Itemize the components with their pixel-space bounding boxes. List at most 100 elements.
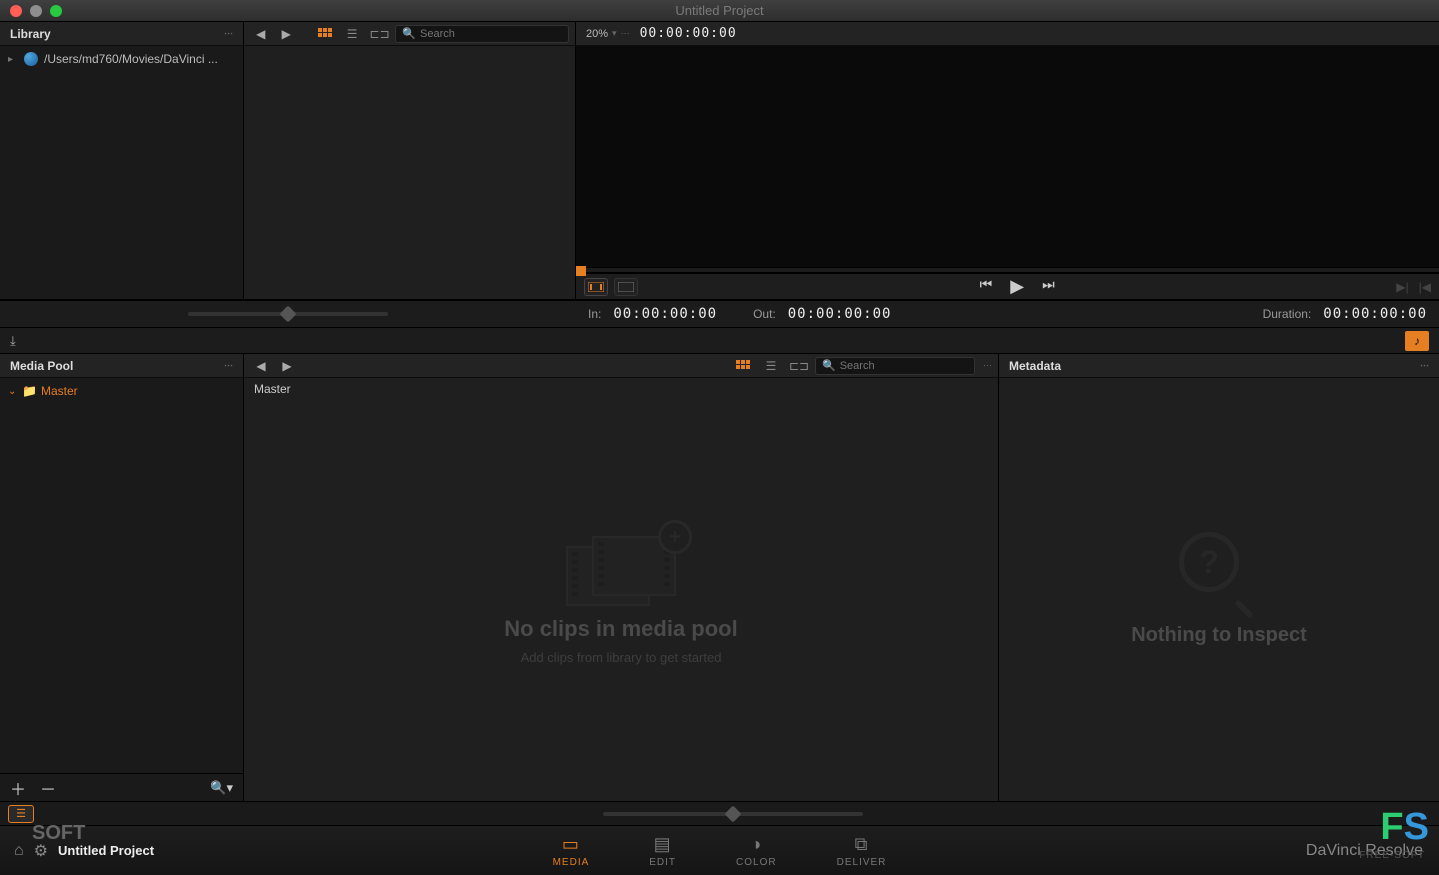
mp-thumbnail-size-slider[interactable] <box>603 812 863 816</box>
volume-icon <box>24 52 38 66</box>
window-minimize-button[interactable] <box>30 5 42 17</box>
metadata-title: Metadata <box>1009 359 1061 373</box>
tab-color[interactable]: ◑ COLOR <box>736 834 777 868</box>
media-pool-title: Media Pool <box>10 359 73 373</box>
media-tab-label: MEDIA <box>553 857 590 868</box>
tab-media[interactable]: ▭ MEDIA <box>553 834 590 868</box>
empty-heading: No clips in media pool <box>504 616 737 642</box>
edit-tab-icon: ▤ <box>654 834 672 855</box>
add-bin-button[interactable]: ＋ <box>10 776 26 800</box>
mp-strip-view-button[interactable]: ⊏⊐ <box>787 357 811 375</box>
mp-nav-forward-button[interactable]: ▶ <box>276 357 298 375</box>
window-close-button[interactable] <box>10 5 22 17</box>
viewer-zoom-menu[interactable]: ▾ <box>612 28 617 39</box>
media-pool-options-menu[interactable]: ⋯ <box>224 360 233 371</box>
library-path-text: /Users/md760/Movies/DaVinci ... <box>44 52 218 66</box>
viewer-timecode: 00:00:00:00 <box>640 26 737 41</box>
next-clip-button[interactable]: ⏭ <box>1042 276 1055 297</box>
in-label: In: <box>588 307 601 321</box>
nav-forward-button[interactable]: ▶ <box>276 25 298 43</box>
metadata-options-menu[interactable]: ⋯ <box>1420 360 1429 371</box>
empty-clips-icon: + <box>566 536 676 608</box>
playhead[interactable] <box>576 266 586 276</box>
mp-search-box[interactable]: 🔍 <box>815 357 975 375</box>
watermark-freesoft: FREE-SOFT <box>1359 850 1425 861</box>
viewer-canvas[interactable] <box>576 46 1439 267</box>
color-tab-icon: ◑ <box>750 834 762 855</box>
clip-browser-panel: ◀ ▶ ☰ ⊏⊐ 🔍 <box>244 22 576 299</box>
media-tab-icon: ▭ <box>562 834 580 855</box>
metadata-empty-state: ? Nothing to Inspect <box>999 378 1439 801</box>
bin-name: Master <box>41 384 78 398</box>
deliver-tab-label: DELIVER <box>837 857 887 868</box>
tab-edit[interactable]: ▤ EDIT <box>649 834 676 868</box>
mp-thumbnail-view-button[interactable] <box>731 357 755 375</box>
remove-bin-button[interactable]: － <box>40 776 56 800</box>
mp-list-view-button[interactable]: ☰ <box>759 357 783 375</box>
browser-contents[interactable] <box>244 46 575 299</box>
disclosure-icon[interactable]: ⌄ <box>8 386 18 397</box>
mp-search-input[interactable] <box>840 360 982 372</box>
media-pool-empty-state[interactable]: + No clips in media pool Add clips from … <box>244 400 998 801</box>
out-timecode[interactable]: 00:00:00:00 <box>788 306 892 322</box>
in-timecode[interactable]: 00:00:00:00 <box>613 306 717 322</box>
library-options-menu[interactable]: ⋯ <box>224 28 233 39</box>
media-pool-tree-panel: Media Pool ⋯ ⌄ 📁 Master ＋ － 🔍▾ <box>0 354 244 801</box>
source-mode-button[interactable] <box>584 278 608 296</box>
edit-tab-label: EDIT <box>649 857 676 868</box>
nav-back-button[interactable]: ◀ <box>250 25 272 43</box>
media-pool-contents: ◀ ▶ ☰ ⊏⊐ 🔍 ⋯ Master + <box>244 354 999 801</box>
duration-label: Duration: <box>1263 307 1312 321</box>
timeline-mode-button[interactable] <box>614 278 638 296</box>
source-viewer: 20% ▾ ⋯ 00:00:00:00 <box>576 22 1439 299</box>
library-header: Library ⋯ <box>0 22 243 46</box>
viewer-scrubber[interactable] <box>576 267 1439 273</box>
metadata-empty-heading: Nothing to Inspect <box>1131 624 1307 647</box>
mp-options-menu[interactable]: ⋯ <box>983 360 992 371</box>
viewer-options-menu[interactable]: ⋯ <box>621 28 630 39</box>
thumbnail-size-slider[interactable] <box>188 312 388 316</box>
library-title: Library <box>10 27 51 41</box>
deliver-tab-icon: ⧉ <box>855 834 869 855</box>
thumbnail-view-button[interactable] <box>313 25 336 43</box>
library-panel: Library ⋯ ▸ /Users/md760/Movies/DaVinci … <box>0 22 244 299</box>
inspect-icon: ? <box>1179 532 1259 612</box>
thumbnail-size-slider-row <box>0 300 576 328</box>
audio-panel-button[interactable]: ♪ <box>1405 331 1429 351</box>
disclosure-icon[interactable]: ▸ <box>8 54 18 65</box>
tab-deliver[interactable]: ⧉ DELIVER <box>837 834 887 868</box>
bin-master[interactable]: ⌄ 📁 Master <box>8 384 235 398</box>
strip-view-button[interactable]: ⊏⊐ <box>368 25 391 43</box>
metadata-panel: Metadata ⋯ ? Nothing to Inspect <box>999 354 1439 801</box>
window-maximize-button[interactable] <box>50 5 62 17</box>
prev-clip-button[interactable]: ⏮ <box>980 276 993 297</box>
project-name: Untitled Project <box>58 843 154 858</box>
browser-search-input[interactable] <box>420 28 562 40</box>
home-button[interactable]: ⌂ <box>14 842 24 860</box>
library-path-item[interactable]: ▸ /Users/md760/Movies/DaVinci ... <box>8 52 235 66</box>
current-bin-label: Master <box>244 378 998 400</box>
page-navigation: ⌂ ⚙ Untitled Project ▭ MEDIA ▤ EDIT ◑ CO… <box>0 825 1439 875</box>
clip-list-toggle[interactable]: ☰ <box>8 805 34 823</box>
search-icon: 🔍 <box>402 27 416 40</box>
browser-toolbar: ◀ ▶ ☰ ⊏⊐ 🔍 <box>244 22 575 46</box>
color-tab-label: COLOR <box>736 857 777 868</box>
bin-search-button[interactable]: 🔍▾ <box>210 780 233 796</box>
import-icon[interactable]: ⤓ <box>10 333 16 349</box>
window-title: Untitled Project <box>675 3 763 18</box>
search-icon: 🔍 <box>822 359 836 372</box>
mark-out-button[interactable]: |◀ <box>1419 280 1431 294</box>
play-button[interactable]: ▶ <box>1010 276 1024 297</box>
window-titlebar: Untitled Project <box>0 0 1439 22</box>
viewer-zoom-value[interactable]: 20% <box>586 28 608 40</box>
mp-nav-back-button[interactable]: ◀ <box>250 357 272 375</box>
project-settings-button[interactable]: ⚙ <box>34 841 48 861</box>
empty-subtext: Add clips from library to get started <box>521 650 722 665</box>
duration-timecode: 00:00:00:00 <box>1323 306 1427 322</box>
out-label: Out: <box>753 307 776 321</box>
import-bar: ⤓ ♪ <box>0 328 1439 354</box>
folder-icon: 📁 <box>22 384 37 398</box>
list-view-button[interactable]: ☰ <box>340 25 363 43</box>
browser-search-box[interactable]: 🔍 <box>395 25 569 43</box>
mark-in-button[interactable]: ▶| <box>1396 280 1408 294</box>
